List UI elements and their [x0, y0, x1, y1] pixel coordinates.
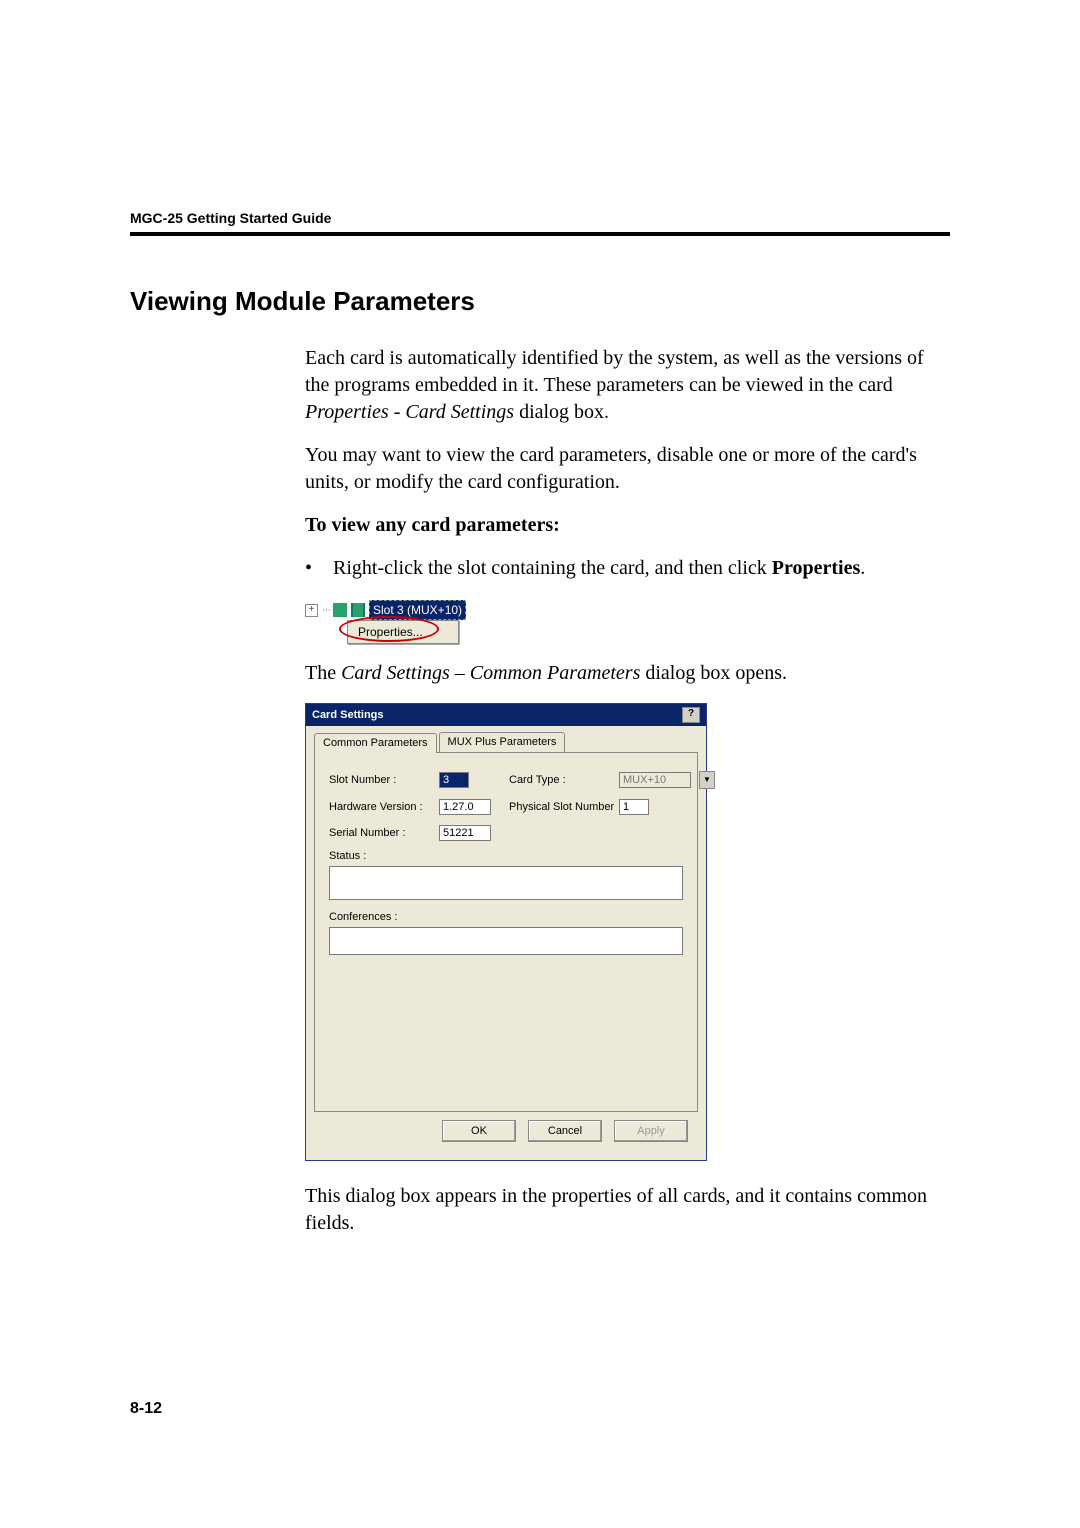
label-status: Status : — [329, 849, 683, 864]
tab-panel-common: Slot Number : Card Type : ▼ Hardware Ver… — [314, 753, 698, 1112]
bullet-1b: Properties — [772, 557, 861, 579]
bullet-dot-icon: • — [305, 555, 333, 582]
label-slot-number: Slot Number : — [329, 773, 439, 788]
apply-button: Apply — [614, 1120, 688, 1142]
bullet-1: • Right-click the slot containing the ca… — [305, 555, 950, 582]
label-hardware-version: Hardware Version : — [329, 800, 439, 815]
section-heading: Viewing Module Parameters — [130, 286, 950, 317]
card-type-field — [619, 772, 691, 788]
bullet-1c: . — [860, 557, 865, 579]
cancel-button[interactable]: Cancel — [528, 1120, 602, 1142]
conferences-listbox[interactable] — [329, 927, 683, 955]
p1-c: dialog box. — [514, 401, 609, 423]
tree-connector-icon: ··· — [322, 603, 330, 618]
paragraph-4: The Card Settings – Common Parameters di… — [305, 660, 950, 687]
context-menu: Properties... — [347, 620, 459, 644]
p4-b: Card Settings – Common Parameters — [341, 662, 640, 684]
dialog-tabs: Common Parameters MUX Plus Parameters — [314, 732, 698, 753]
card-icon — [351, 603, 365, 617]
ok-button[interactable]: OK — [442, 1120, 516, 1142]
label-physical-slot: Physical Slot Number — [509, 800, 619, 815]
p4-c: dialog box opens. — [640, 662, 787, 684]
card-type-dropdown-button[interactable]: ▼ — [699, 771, 715, 789]
tree-context-illustration: + ··· Slot 3 (MUX+10) Properties... — [305, 600, 485, 644]
procedure-title: To view any card parameters: — [305, 512, 950, 539]
p4-a: The — [305, 662, 341, 684]
slot-number-field[interactable] — [439, 772, 469, 788]
p1-b: Properties - Card Settings — [305, 401, 514, 423]
label-conferences: Conferences : — [329, 910, 683, 925]
hardware-version-field[interactable] — [439, 799, 491, 815]
tree-node-selected[interactable]: Slot 3 (MUX+10) — [369, 600, 466, 620]
status-listbox[interactable] — [329, 866, 683, 900]
card-settings-dialog: Card Settings ? Common Parameters MUX Pl… — [305, 703, 707, 1161]
page-header: MGC-25 Getting Started Guide — [130, 210, 950, 226]
page-number: 8-12 — [130, 1400, 162, 1418]
dialog-titlebar: Card Settings ? — [306, 704, 706, 726]
paragraph-2: You may want to view the card parameters… — [305, 442, 950, 496]
header-rule — [130, 232, 950, 236]
label-serial-number: Serial Number : — [329, 826, 439, 841]
dialog-help-button[interactable]: ? — [682, 707, 700, 723]
label-card-type: Card Type : — [509, 773, 619, 788]
dialog-title-text: Card Settings — [312, 708, 384, 723]
tab-mux-plus-parameters[interactable]: MUX Plus Parameters — [439, 732, 566, 752]
serial-number-field[interactable] — [439, 825, 491, 841]
bullet-1a: Right-click the slot containing the card… — [333, 557, 772, 579]
physical-slot-field[interactable] — [619, 799, 649, 815]
paragraph-5: This dialog box appears in the propertie… — [305, 1183, 950, 1237]
tab-common-parameters[interactable]: Common Parameters — [314, 733, 437, 753]
paragraph-1: Each card is automatically identified by… — [305, 345, 950, 426]
tree-expand-icon[interactable]: + — [305, 604, 318, 617]
card-icon — [333, 603, 347, 617]
context-menu-item-properties[interactable]: Properties... — [358, 623, 448, 641]
p1-a: Each card is automatically identified by… — [305, 347, 924, 396]
